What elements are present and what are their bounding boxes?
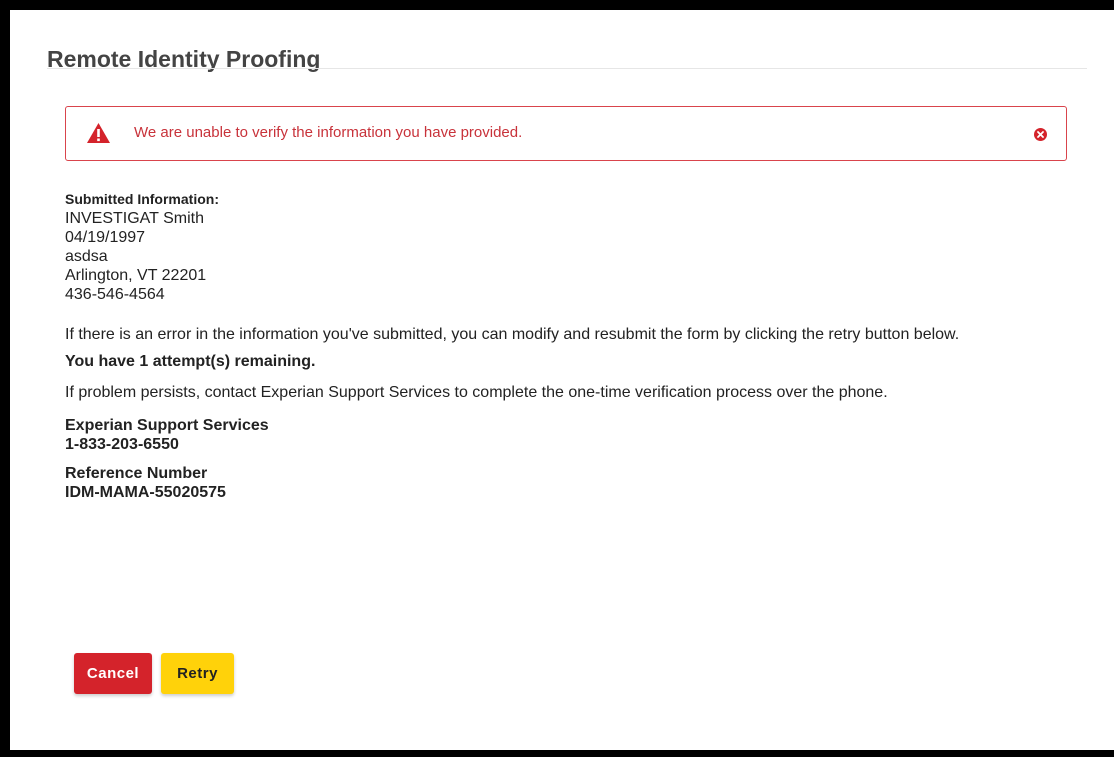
alert-message: We are unable to verify the information … [134, 124, 523, 141]
error-alert: We are unable to verify the information … [65, 106, 1067, 161]
verification-content: Submitted Information: INVESTIGAT Smith … [65, 190, 1065, 502]
submitted-info-label: Submitted Information: [65, 191, 219, 207]
submitted-phone: 436-546-4564 [65, 286, 165, 303]
submitted-city-state-zip: Arlington, VT 22201 [65, 267, 207, 284]
warning-triangle-icon [87, 123, 110, 143]
attempts-remaining: You have 1 attempt(s) remaining. [65, 353, 316, 370]
submitted-dob: 04/19/1997 [65, 229, 146, 246]
page-frame: Remote Identity Proofing We are unable t… [10, 10, 1114, 750]
title-divider [47, 68, 1087, 69]
submitted-name: INVESTIGAT Smith [65, 210, 204, 227]
retry-button[interactable]: Retry [161, 653, 234, 694]
close-circle-icon[interactable] [1034, 128, 1047, 141]
error-hint-text: If there is an error in the information … [65, 326, 960, 343]
support-name: Experian Support Services [65, 417, 269, 434]
reference-number: IDM-MAMA-55020575 [65, 484, 226, 501]
cancel-button[interactable]: Cancel [74, 653, 152, 694]
support-phone: 1-833-203-6550 [65, 436, 179, 453]
reference-label: Reference Number [65, 465, 208, 482]
submitted-address: asdsa [65, 248, 108, 265]
persist-text: If problem persists, contact Experian Su… [65, 384, 888, 401]
